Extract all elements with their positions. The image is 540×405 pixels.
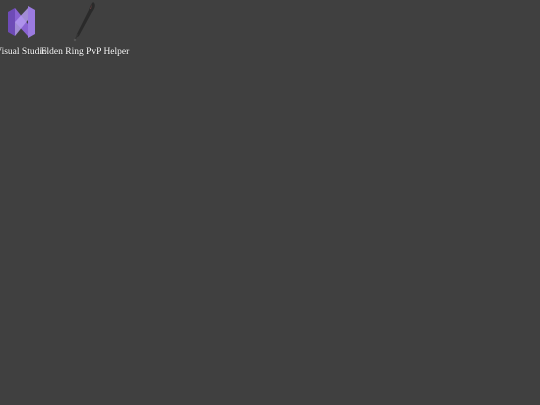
desktop-icon-visual-studio[interactable]: Visual Studio (0, 0, 47, 58)
sword-icon (65, 0, 105, 44)
desktop: Visual Studio Elden Ring PvP Helper (0, 0, 540, 405)
icon-label: Visual Studio (0, 47, 47, 57)
visual-studio-icon (1, 0, 41, 44)
icon-label: Elden Ring PvP Helper (40, 47, 130, 57)
desktop-icon-elden-ring-pvp-helper[interactable]: Elden Ring PvP Helper (41, 0, 129, 58)
